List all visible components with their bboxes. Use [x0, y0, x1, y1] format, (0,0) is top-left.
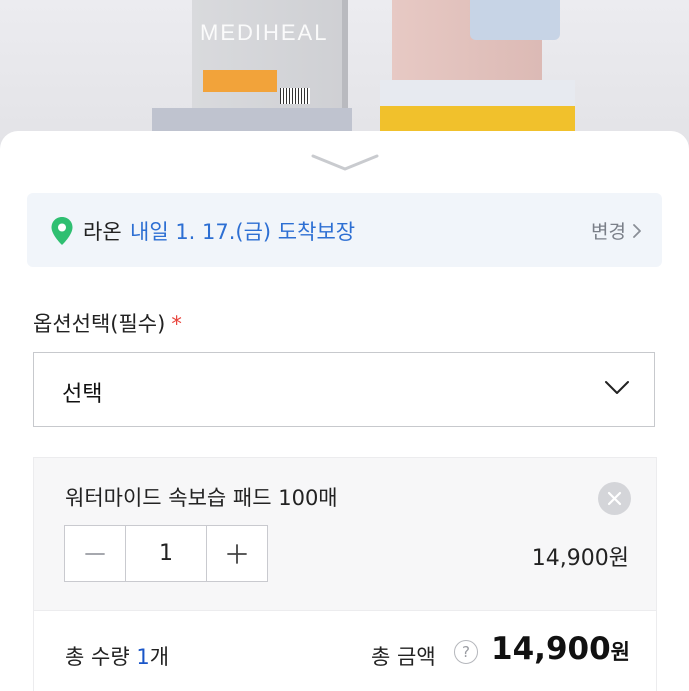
help-icon[interactable]: ? — [454, 640, 478, 664]
option-section-title: 옵션선택(필수) * — [33, 308, 182, 338]
change-delivery-link[interactable]: 변경 — [591, 217, 642, 244]
quantity-value[interactable]: 1 — [125, 526, 207, 581]
option-bottom-sheet: 라온 내일 1. 17.(금) 도착보장 변경 옵션선택(필수) * 선택 워터마… — [0, 131, 689, 691]
remove-item-button[interactable] — [598, 482, 631, 515]
total-amount-unit: 원 — [610, 640, 630, 664]
close-icon — [607, 491, 622, 506]
delivery-recipient-name: 라온 — [83, 220, 122, 244]
total-summary: 총 수량 1개 총 금액 ? 14,900원 — [33, 611, 657, 691]
product-box-yellow-lid — [380, 80, 575, 106]
chevron-down-icon — [605, 381, 629, 394]
total-amount: 14,900원 — [491, 631, 630, 667]
delivery-guarantee-date: 내일 1. 17.(금) 도착보장 — [130, 220, 356, 244]
sheet-collapse-chevron-icon[interactable] — [309, 152, 381, 174]
selected-item-name: 워터마이드 속보습 패드 100매 — [65, 486, 338, 510]
product-box-lid — [470, 0, 560, 40]
option-select[interactable]: 선택 — [33, 352, 655, 427]
decrease-quantity-button[interactable] — [65, 526, 125, 581]
delivery-info-bar: 라온 내일 1. 17.(금) 도착보장 변경 — [27, 193, 662, 267]
change-label: 변경 — [591, 221, 626, 243]
total-quantity-suffix: 개 — [149, 645, 170, 669]
selected-item-panel: 워터마이드 속보습 패드 100매 1 14,900원 — [33, 457, 657, 611]
total-quantity-prefix: 총 수량 — [65, 645, 137, 669]
brand-logo-text: MEDIHEAL — [200, 20, 329, 45]
chevron-right-icon — [633, 223, 641, 238]
increase-quantity-button[interactable] — [207, 526, 267, 581]
selected-item-price: 14,900원 — [531, 546, 629, 571]
total-quantity-value: 1 — [136, 645, 150, 669]
total-amount-label: 총 금액 — [371, 645, 436, 669]
barcode — [280, 88, 310, 104]
total-quantity: 총 수량 1개 — [65, 641, 169, 671]
option-title-label: 옵션선택(필수) — [33, 312, 166, 336]
total-amount-value: 14,900 — [491, 631, 611, 667]
required-mark: * — [171, 312, 182, 336]
location-pin-icon — [51, 217, 73, 245]
product-label — [203, 70, 277, 92]
plus-icon — [227, 544, 247, 564]
quantity-stepper: 1 — [64, 525, 268, 582]
minus-icon — [85, 553, 105, 555]
select-value: 선택 — [62, 382, 103, 407]
